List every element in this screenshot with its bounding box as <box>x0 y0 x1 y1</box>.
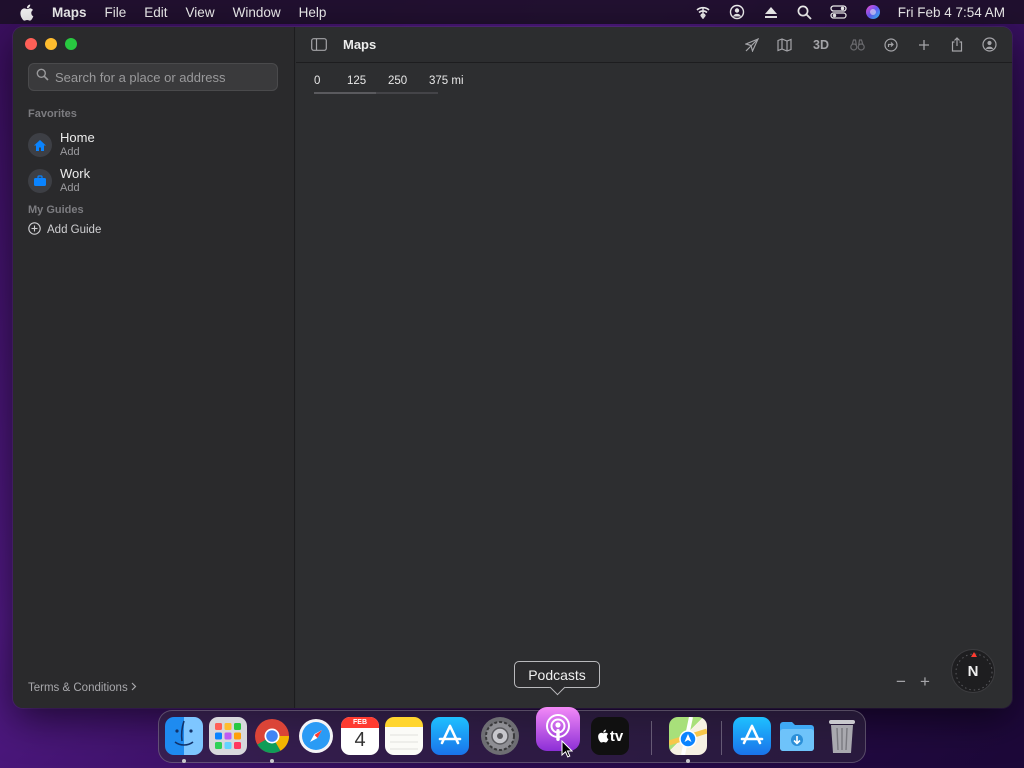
dock-system-preferences-icon[interactable] <box>481 717 519 755</box>
zoom-button[interactable] <box>65 38 77 50</box>
close-button[interactable] <box>25 38 37 50</box>
house-icon <box>28 133 52 157</box>
apple-logo-icon <box>597 729 609 743</box>
scale-label-125: 125 <box>347 75 367 87</box>
zoom-in-button[interactable]: + <box>918 672 932 691</box>
dock-separator <box>651 721 652 755</box>
map-toolbar: Maps 3D <box>296 27 1012 63</box>
sidebar-toggle-icon[interactable] <box>310 36 328 54</box>
menu-window[interactable]: Window <box>224 5 290 20</box>
dock-maps-running-dot <box>686 759 690 763</box>
map-title: Maps <box>343 37 377 52</box>
favorite-work-name: Work <box>60 166 91 181</box>
mouse-cursor-icon <box>561 739 574 763</box>
scale-bar <box>314 92 438 94</box>
siri-icon[interactable] <box>856 0 890 24</box>
minimize-button[interactable] <box>45 38 57 50</box>
menu-view[interactable]: View <box>177 5 224 20</box>
scale-label-375: 375 mi <box>429 75 464 87</box>
favorite-work[interactable]: Work Add <box>28 167 90 195</box>
search-field[interactable] <box>28 63 278 91</box>
map-scale: 0 125 250 375 mi <box>314 75 464 94</box>
briefcase-icon <box>28 169 52 193</box>
menubar-clock[interactable]: Fri Feb 4 7:54 AM <box>890 5 1024 20</box>
search-icon <box>36 68 49 86</box>
menu-file[interactable]: File <box>96 5 136 20</box>
dock-separator-2 <box>721 721 722 755</box>
favorites-title: Favorites <box>28 108 77 120</box>
scale-label-250: 250 <box>388 75 408 87</box>
binoculars-icon[interactable] <box>841 33 874 57</box>
zoom-controls: − + <box>894 672 932 691</box>
favorite-home[interactable]: Home Add <box>28 131 95 159</box>
favorite-work-sub: Add <box>60 182 80 194</box>
dock-podcasts-icon[interactable] <box>536 707 580 751</box>
search-input[interactable] <box>55 69 265 85</box>
map-view[interactable]: Maps 3D 0 125 250 375 mi − + N <box>296 27 1012 708</box>
dock-chrome-icon[interactable] <box>253 717 291 755</box>
location-arrow-icon[interactable] <box>735 33 768 57</box>
account-icon[interactable] <box>973 33 1006 57</box>
dock-chrome-running-dot <box>270 759 274 763</box>
maps-window: Favorites Home Add Work Add My Guides <box>13 27 1012 708</box>
directions-icon[interactable] <box>874 33 907 57</box>
3d-button[interactable]: 3D <box>801 33 841 57</box>
sidebar: Favorites Home Add Work Add My Guides <box>13 27 295 708</box>
dock-tooltip-label: Podcasts <box>528 666 586 683</box>
calendar-month: FEB <box>341 717 379 728</box>
apple-tv-label: tv <box>609 727 624 745</box>
zoom-out-button[interactable]: − <box>894 672 908 691</box>
favorite-home-sub: Add <box>60 146 80 158</box>
dock-downloads-folder-icon[interactable] <box>778 717 816 755</box>
dock-finder-running-dot <box>182 759 186 763</box>
menu-app-maps[interactable]: Maps <box>52 5 96 20</box>
add-guide-button[interactable]: Add Guide <box>28 222 101 238</box>
share-icon[interactable] <box>940 33 973 57</box>
dock-calendar-icon[interactable]: FEB 4 <box>341 717 379 755</box>
menu-edit[interactable]: Edit <box>135 5 176 20</box>
scale-label-0: 0 <box>314 75 321 87</box>
favorite-home-name: Home <box>60 130 95 145</box>
plus-circle-icon <box>28 222 41 238</box>
control-center-icon[interactable] <box>822 0 856 24</box>
dock-tooltip: Podcasts <box>514 661 600 688</box>
menu-bar: Maps File Edit View Window Help Fri Feb … <box>0 0 1024 24</box>
add-icon[interactable] <box>907 33 940 57</box>
add-guide-label: Add Guide <box>47 224 102 236</box>
dock-finder-icon[interactable] <box>165 717 203 755</box>
my-guides-title: My Guides <box>28 204 84 216</box>
search-icon[interactable] <box>788 0 822 24</box>
dock: FEB 4 tv <box>158 707 866 763</box>
terms-link[interactable]: Terms & Conditions <box>28 682 137 694</box>
compass-label: N <box>967 662 979 680</box>
dock-apple-tv-icon[interactable]: tv <box>591 717 629 755</box>
compass-button[interactable]: N <box>951 649 995 693</box>
dock-notes-icon[interactable] <box>385 717 423 755</box>
eject-icon[interactable] <box>754 0 788 24</box>
dock-app-store-2-icon[interactable] <box>733 717 771 755</box>
dock-maps-icon[interactable] <box>669 717 707 755</box>
wifi-icon[interactable] <box>686 0 720 24</box>
calendar-day: 4 <box>354 729 366 751</box>
apple-menu-icon[interactable] <box>0 4 52 21</box>
map-mode-icon[interactable] <box>768 33 801 57</box>
dock-launchpad-icon[interactable] <box>209 717 247 755</box>
dock-app-store-icon[interactable] <box>431 717 469 755</box>
chevron-right-icon <box>131 682 137 694</box>
dock-safari-icon[interactable] <box>297 717 335 755</box>
user-icon[interactable] <box>720 0 754 24</box>
dock-trash-icon[interactable] <box>823 717 861 755</box>
terms-label: Terms & Conditions <box>28 682 128 694</box>
menu-help[interactable]: Help <box>290 5 336 20</box>
window-controls <box>25 38 77 50</box>
